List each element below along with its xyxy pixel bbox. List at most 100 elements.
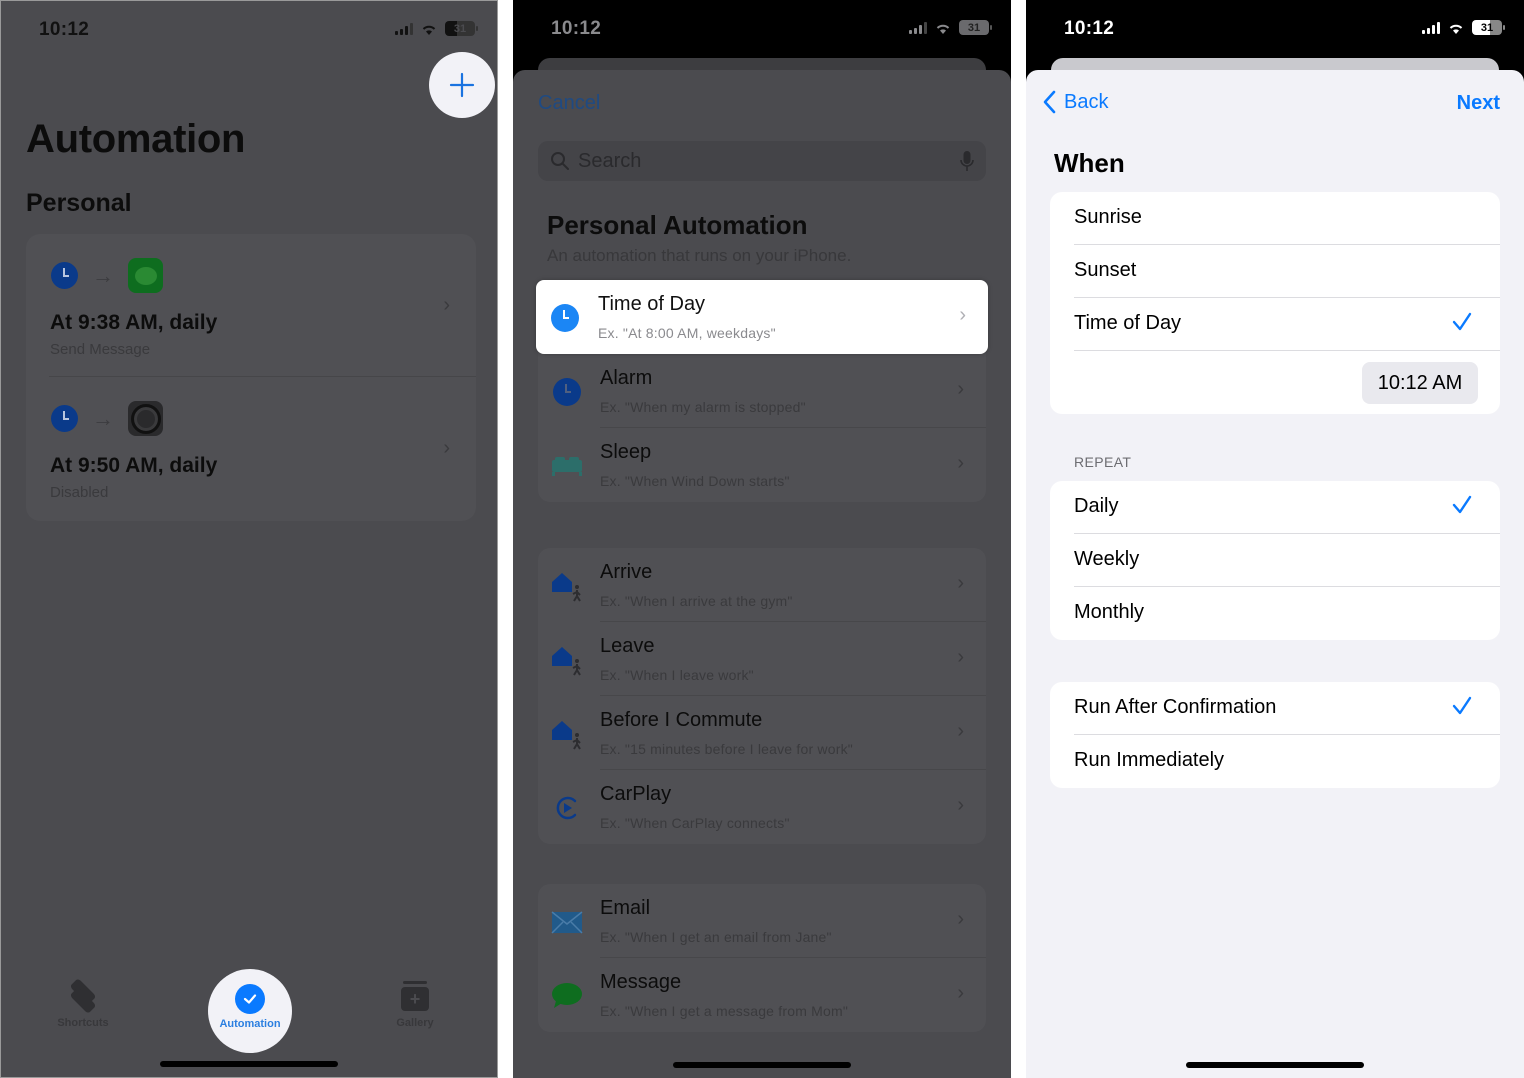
- section-subtitle: An automation that runs on your iPhone.: [547, 246, 852, 265]
- status-time: 10:12: [39, 19, 90, 40]
- trigger-title: Email: [600, 897, 651, 919]
- option-time-of-day[interactable]: Time of Day: [1050, 298, 1500, 351]
- layers-icon: [68, 978, 98, 1014]
- cancel-button[interactable]: Cancel: [538, 92, 600, 115]
- back-label: Back: [1064, 90, 1109, 113]
- wifi-icon: [422, 25, 436, 35]
- leave-location-icon: [552, 647, 581, 676]
- microphone-icon[interactable]: [960, 150, 974, 172]
- next-button[interactable]: Next: [1457, 92, 1500, 115]
- search-input[interactable]: [578, 149, 960, 173]
- option-run-after-confirmation[interactable]: Run After Confirmation: [1050, 682, 1500, 735]
- trigger-time-of-day[interactable]: Time of Day Ex. "At 8:00 AM, weekdays" ›: [536, 280, 988, 354]
- sheet: Back Next When Sunrise Sunset Time of Da…: [1026, 70, 1524, 1078]
- trigger-example: Ex. "15 minutes before I leave for work": [600, 741, 853, 757]
- clock-icon: [51, 405, 78, 432]
- trigger-title: Arrive: [600, 561, 653, 583]
- trigger-alarm[interactable]: Alarm Ex. "When my alarm is stopped" ›: [538, 354, 986, 428]
- option-label: Run After Confirmation: [1074, 696, 1277, 718]
- trigger-title: Time of Day: [598, 293, 706, 315]
- plus-icon: [449, 72, 475, 98]
- option-label: Daily: [1074, 495, 1119, 517]
- status-time: 10:12: [1064, 18, 1115, 39]
- status-bar: 10:12 31: [1, 1, 497, 59]
- option-label: Run Immediately: [1074, 749, 1225, 771]
- automation-title: At 9:38 AM, daily: [50, 311, 218, 334]
- trigger-title: CarPlay: [600, 783, 672, 805]
- automation-item[interactable]: → At 9:50 AM, daily Disabled ›: [26, 377, 476, 520]
- trigger-example: Ex. "When I get an email from Jane": [600, 929, 832, 945]
- tab-label: Shortcuts: [57, 1017, 109, 1029]
- automation-subtitle: Disabled: [50, 484, 109, 501]
- trigger-group-location: Arrive Ex. "When I arrive at the gym" › …: [538, 548, 986, 844]
- option-sunset[interactable]: Sunset: [1050, 245, 1500, 298]
- time-picker[interactable]: 10:12 AM: [1362, 362, 1478, 404]
- trigger-group-communication: Email Ex. "When I get an email from Jane…: [538, 884, 986, 1032]
- automation-list: → At 9:38 AM, daily Send Message › → At …: [26, 234, 476, 521]
- trigger-example: Ex. "When I leave work": [600, 667, 754, 683]
- trigger-example: Ex. "At 8:00 AM, weekdays": [598, 325, 776, 341]
- trigger-before-commute[interactable]: Before I Commute Ex. "15 minutes before …: [538, 696, 986, 770]
- tab-gallery[interactable]: Gallery: [370, 981, 460, 1029]
- tab-label: Automation: [219, 1018, 281, 1030]
- status-time: 10:12: [551, 18, 602, 39]
- trigger-message[interactable]: Message Ex. "When I get a message from M…: [538, 958, 986, 1032]
- back-button[interactable]: Back: [1042, 90, 1108, 114]
- status-bar: 10:12 31: [513, 0, 1011, 58]
- gallery-icon: [400, 981, 430, 1013]
- arrow-right-icon: →: [92, 262, 114, 288]
- trigger-example: Ex. "When Wind Down starts": [600, 473, 790, 489]
- trigger-title: Alarm: [600, 367, 653, 389]
- add-automation-button[interactable]: [429, 52, 495, 118]
- trigger-leave[interactable]: Leave Ex. "When I leave work" ›: [538, 622, 986, 696]
- option-weekly[interactable]: Weekly: [1050, 534, 1500, 587]
- section-title-personal: Personal: [26, 189, 132, 217]
- option-daily[interactable]: Daily: [1050, 481, 1500, 534]
- home-indicator[interactable]: [673, 1062, 851, 1068]
- bed-icon: [552, 457, 582, 476]
- trigger-email[interactable]: Email Ex. "When I get an email from Jane…: [538, 884, 986, 958]
- trigger-sleep[interactable]: Sleep Ex. "When Wind Down starts" ›: [538, 428, 986, 502]
- automation-screen: 10:12 31 Automation Personal → At 9:38 A…: [0, 0, 498, 1078]
- chevron-right-icon: ›: [959, 304, 966, 326]
- checkmark-icon: [1452, 312, 1472, 331]
- trigger-carplay[interactable]: CarPlay Ex. "When CarPlay connects" ›: [538, 770, 986, 844]
- chevron-right-icon: ›: [443, 294, 450, 316]
- sheet: Cancel Personal Automation An automation…: [513, 70, 1011, 1078]
- arrive-location-icon: [552, 573, 581, 602]
- repeat-header: REPEAT: [1074, 454, 1132, 470]
- trigger-arrive[interactable]: Arrive Ex. "When I arrive at the gym" ›: [538, 548, 986, 622]
- automation-item[interactable]: → At 9:38 AM, daily Send Message ›: [26, 234, 476, 377]
- checkmark-icon: [1452, 696, 1472, 715]
- trigger-group-time: Time of Day Ex. "At 8:00 AM, weekdays" ›…: [536, 280, 988, 502]
- clock-icon: [51, 262, 78, 289]
- time-picker-row: 10:12 AM: [1050, 351, 1500, 414]
- option-sunrise[interactable]: Sunrise: [1050, 192, 1500, 245]
- clock-icon: [549, 302, 581, 334]
- cellular-signal-icon: [909, 21, 927, 34]
- chevron-right-icon: ›: [957, 452, 964, 474]
- option-run-immediately[interactable]: Run Immediately: [1050, 735, 1500, 788]
- tab-automation[interactable]: Automation: [208, 969, 292, 1053]
- wifi-icon: [1449, 24, 1463, 34]
- chevron-right-icon: ›: [957, 378, 964, 400]
- option-label: Weekly: [1074, 548, 1140, 570]
- option-monthly[interactable]: Monthly: [1050, 587, 1500, 640]
- message-icon: [552, 983, 582, 1008]
- chevron-right-icon: ›: [957, 982, 964, 1004]
- messages-app-icon: [128, 258, 163, 293]
- chevron-right-icon: ›: [957, 720, 964, 742]
- carplay-icon: [556, 796, 577, 820]
- home-indicator[interactable]: [160, 1061, 338, 1067]
- search-bar[interactable]: [538, 141, 986, 181]
- page-title: Automation: [26, 117, 246, 161]
- option-label: Time of Day: [1074, 312, 1182, 334]
- section-title: Personal Automation: [547, 210, 808, 240]
- tab-label: Gallery: [396, 1017, 434, 1029]
- chevron-right-icon: ›: [957, 646, 964, 668]
- home-indicator[interactable]: [1186, 1062, 1364, 1068]
- automation-icon: [235, 984, 265, 1014]
- tab-shortcuts[interactable]: Shortcuts: [38, 978, 128, 1029]
- settings-app-icon: [128, 401, 163, 436]
- option-label: Sunrise: [1074, 206, 1142, 228]
